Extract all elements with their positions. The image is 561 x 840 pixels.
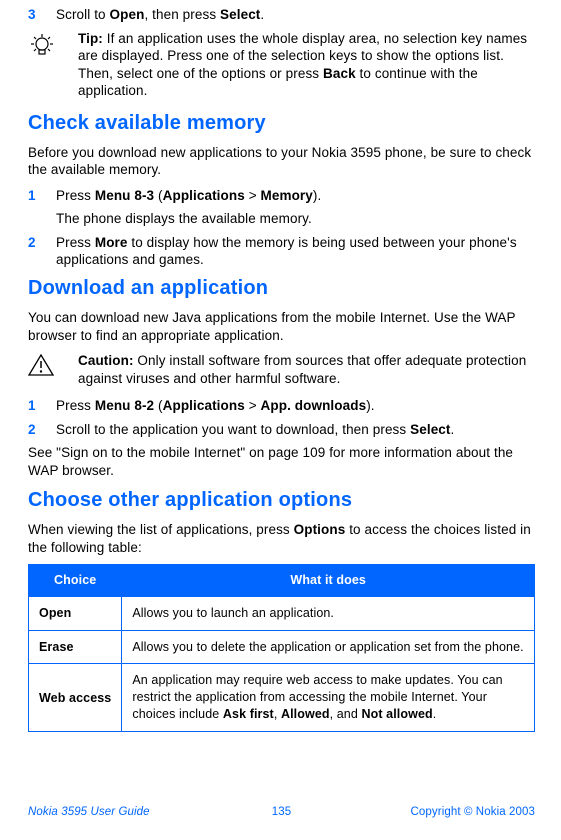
bold-more: More: [95, 235, 128, 250]
bold-back: Back: [323, 66, 356, 81]
text: (: [154, 188, 162, 203]
step-body: Press Menu 8-3 (Applications > Memory). …: [56, 187, 535, 228]
desc-web-access: An application may require web access to…: [122, 664, 535, 732]
heading-options: Choose other application options: [28, 487, 535, 513]
step-body: Scroll to the application you want to do…: [56, 421, 535, 439]
memory-step-2: 2 Press More to display how the memory i…: [28, 234, 535, 269]
lightbulb-icon: [28, 30, 72, 100]
bold-open: Open: [110, 7, 145, 22]
bold-memory: Memory: [261, 188, 313, 203]
step-body: Press More to display how the memory is …: [56, 234, 535, 269]
bold-applications: Applications: [163, 398, 245, 413]
tip-block: Tip: If an application uses the whole di…: [28, 30, 535, 100]
text: ).: [313, 188, 321, 203]
choice-web-access: Web access: [29, 664, 122, 732]
step-number: 2: [28, 421, 56, 439]
download-step-2: 2 Scroll to the application you want to …: [28, 421, 535, 439]
step-substep: The phone displays the available memory.: [56, 210, 535, 228]
text: Press: [56, 188, 95, 203]
download-intro: You can download new Java applications f…: [28, 309, 535, 344]
step-number: 2: [28, 234, 56, 269]
warning-icon: [28, 352, 72, 387]
desc-open: Allows you to launch an application.: [122, 596, 535, 630]
bold-app-downloads: App. downloads: [261, 398, 367, 413]
footer-copyright: Copyright © Nokia 2003: [411, 805, 535, 820]
table-row: Open Allows you to launch an application…: [29, 596, 535, 630]
download-outro: See "Sign on to the mobile Internet" on …: [28, 444, 535, 479]
text: .: [433, 707, 437, 721]
text: , then press: [144, 7, 220, 22]
text: When viewing the list of applications, p…: [28, 522, 294, 537]
step-number: 1: [28, 187, 56, 228]
bold-not-allowed: Not allowed: [361, 707, 432, 721]
bold-allowed: Allowed: [281, 707, 330, 721]
caution-text: Caution: Only install software from sour…: [72, 352, 535, 387]
choice-erase: Erase: [29, 630, 122, 664]
choice-open: Open: [29, 596, 122, 630]
text: >: [245, 188, 261, 203]
text: Scroll to the application you want to do…: [56, 422, 410, 437]
step-body: Scroll to Open, then press Select.: [56, 6, 535, 24]
text: Only install software from sources that …: [78, 353, 526, 386]
bold-ask-first: Ask first: [223, 707, 274, 721]
heading-check-memory: Check available memory: [28, 110, 535, 136]
table-row: Erase Allows you to delete the applicati…: [29, 630, 535, 664]
col-what-it-does: What it does: [122, 565, 535, 596]
text: ,: [274, 707, 281, 721]
step-number: 3: [28, 6, 56, 24]
download-step-1: 1 Press Menu 8-2 (Applications > App. do…: [28, 397, 535, 415]
options-table: Choice What it does Open Allows you to l…: [28, 564, 535, 732]
text: .: [451, 422, 455, 437]
step-body: Press Menu 8-2 (Applications > App. down…: [56, 397, 535, 415]
col-choice: Choice: [29, 565, 122, 596]
text: Press: [56, 235, 95, 250]
footer-guide-name: Nokia 3595 User Guide: [28, 805, 150, 820]
caution-block: Caution: Only install software from sour…: [28, 352, 535, 387]
bold-select: Select: [410, 422, 450, 437]
tip-text: Tip: If an application uses the whole di…: [72, 30, 535, 100]
footer-page-number: 135: [272, 805, 292, 820]
memory-intro: Before you download new applications to …: [28, 144, 535, 179]
step-number: 1: [28, 397, 56, 415]
table-header-row: Choice What it does: [29, 565, 535, 596]
heading-download: Download an application: [28, 275, 535, 301]
text: ).: [366, 398, 374, 413]
text: .: [260, 7, 264, 22]
bold-applications: Applications: [163, 188, 245, 203]
table-row: Web access An application may require we…: [29, 664, 535, 732]
page-footer: Nokia 3595 User Guide 135 Copyright © No…: [28, 805, 535, 820]
bold-select: Select: [220, 7, 260, 22]
text: Press: [56, 398, 95, 413]
text: (: [154, 398, 162, 413]
bold-menu: Menu 8-2: [95, 398, 154, 413]
bold-menu: Menu 8-3: [95, 188, 154, 203]
text: , and: [330, 707, 362, 721]
desc-erase: Allows you to delete the application or …: [122, 630, 535, 664]
memory-step-1: 1 Press Menu 8-3 (Applications > Memory)…: [28, 187, 535, 228]
bold-options: Options: [294, 522, 346, 537]
text: >: [245, 398, 261, 413]
caution-label: Caution:: [78, 353, 134, 368]
text: Scroll to: [56, 7, 110, 22]
step-3: 3 Scroll to Open, then press Select.: [28, 6, 535, 24]
options-intro: When viewing the list of applications, p…: [28, 521, 535, 556]
tip-label: Tip:: [78, 31, 103, 46]
